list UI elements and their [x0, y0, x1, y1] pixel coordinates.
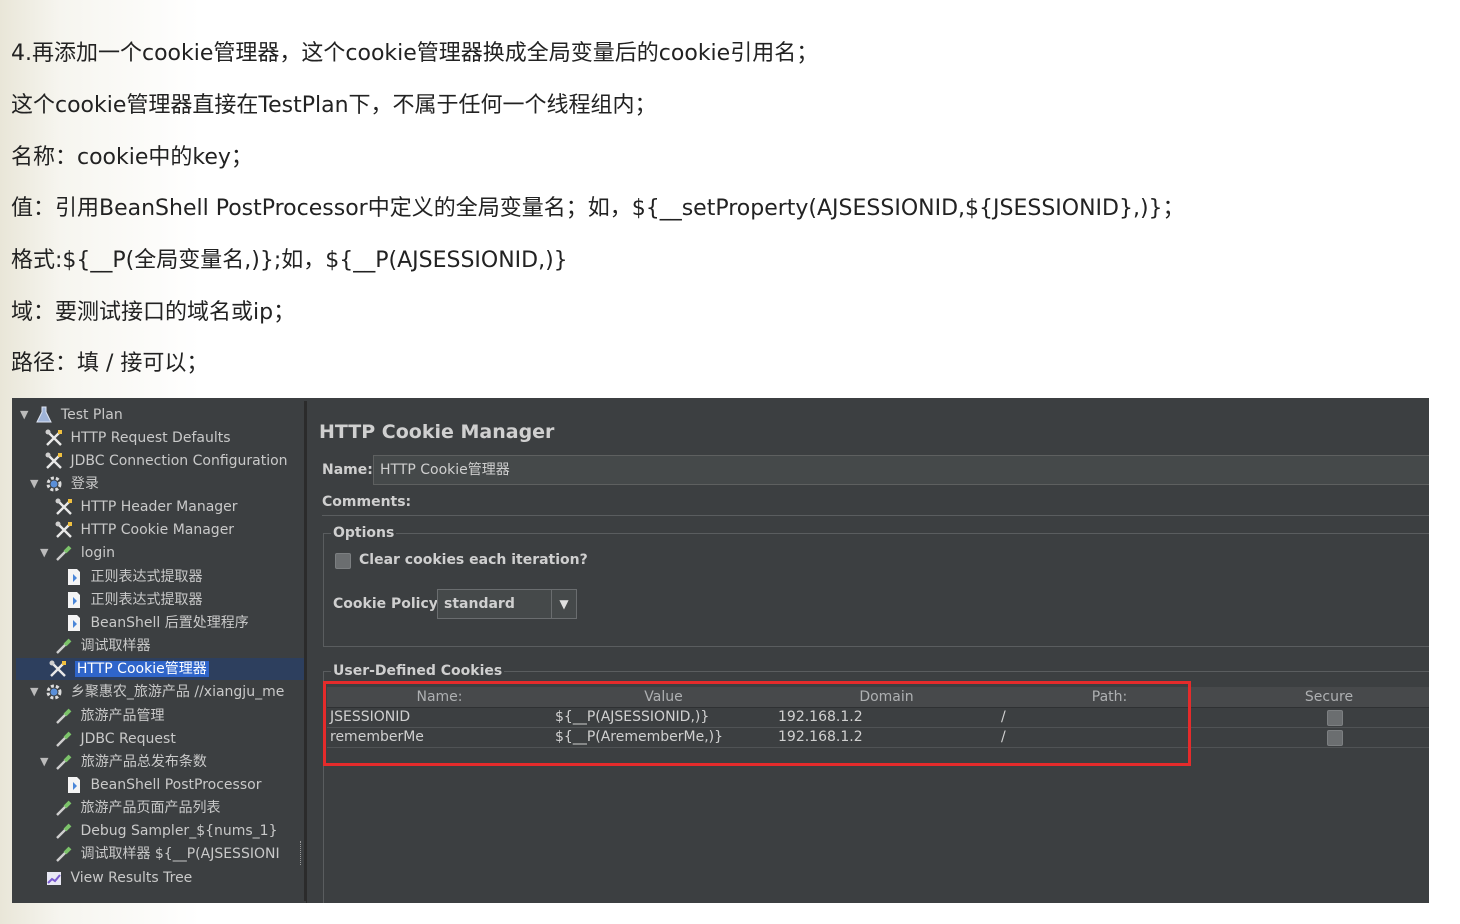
tree-node-http-request-defaults[interactable]: HTTP Request Defaults: [44, 427, 231, 449]
tree-node-debug-sampler-ajsessionid[interactable]: 调试取样器 ${__P(AJSESSIONI: [54, 843, 280, 865]
gear-icon: [46, 476, 62, 492]
tree-node-label: 旅游产品页面产品列表: [80, 800, 221, 816]
doc-line-2: 这个cookie管理器直接在TestPlan下，不属于任何一个线程组内；: [11, 93, 657, 118]
pipette-icon: [56, 800, 72, 816]
expand-arrow-icon[interactable]: ▼: [40, 542, 50, 564]
tree-node-label: View Results Tree: [70, 870, 193, 886]
tree-node-beanshell-postprocessor[interactable]: BeanShell PostProcessor: [64, 774, 261, 796]
tree-node-jdbc-request[interactable]: JDBC Request: [54, 728, 176, 750]
wrench-icon: [45, 429, 62, 446]
doc-line-1: 4.再添加一个cookie管理器，这个cookie管理器换成全局变量后的cook…: [11, 41, 819, 66]
jmeter-window: ▼ Test Plan HTTP Request Defaults JDBC C…: [12, 398, 1429, 903]
cookies-title: User-Defined Cookies: [331, 663, 505, 679]
doc-line-5: 格式:${__P(全局变量名,)};如，${__P(AJSESSIONID,)}: [11, 248, 568, 273]
tree-node-label: Debug Sampler_${nums_1}: [80, 823, 278, 839]
options-title: Options: [331, 525, 397, 541]
secure-checkbox[interactable]: [1327, 730, 1343, 746]
secure-checkbox[interactable]: [1327, 710, 1343, 726]
tree-node-label: 正则表达式提取器: [90, 592, 203, 608]
comments-label: Comments:: [322, 494, 412, 510]
pipette-icon: [56, 846, 72, 862]
pipette-icon: [56, 708, 72, 724]
tree-node-label: 旅游产品管理: [80, 708, 165, 724]
expand-arrow-icon[interactable]: ▼: [30, 473, 40, 495]
divider: [322, 515, 1429, 516]
doc-line-6: 域：要测试接口的域名或ip；: [11, 300, 296, 325]
tree-node-travel-page-list[interactable]: 旅游产品页面产品列表: [54, 797, 220, 819]
tree-node-label: login: [80, 545, 116, 561]
tree-node-test-plan[interactable]: ▼ Test Plan: [20, 404, 123, 426]
cookie-policy-value: standard: [444, 596, 515, 612]
highlight-annotation: [323, 681, 1191, 766]
tree-node-jdbc-connection[interactable]: JDBC Connection Configuration: [44, 450, 288, 472]
tree-node-label: 登录: [70, 476, 99, 492]
tree-node-label: HTTP Cookie管理器: [74, 661, 209, 677]
document-icon: [68, 615, 80, 631]
panel-title: HTTP Cookie Manager: [319, 421, 555, 443]
column-header-secure[interactable]: Secure: [1221, 687, 1429, 708]
tree-node-label: HTTP Header Manager: [80, 499, 238, 515]
tree-node-label: HTTP Cookie Manager: [80, 522, 235, 538]
doc-line-7: 路径：填 / 接可以；: [11, 351, 209, 376]
clear-cookies-label: Clear cookies each iteration?: [359, 552, 588, 568]
tree-node-travel-product-mgmt[interactable]: 旅游产品管理: [54, 705, 164, 727]
wrench-icon: [45, 452, 62, 469]
tree-node-debug-sampler-nums[interactable]: Debug Sampler_${nums_1}: [54, 820, 278, 842]
name-input[interactable]: HTTP Cookie管理器: [373, 455, 1429, 485]
tree-node-label: BeanShell 后置处理程序: [90, 615, 249, 631]
test-plan-tree: ▼ Test Plan HTTP Request Defaults JDBC C…: [16, 401, 306, 901]
pipette-icon: [56, 731, 72, 747]
tree-node-label: 旅游产品总发布条数: [80, 754, 207, 770]
pipette-icon: [56, 545, 72, 561]
tree-node-regex-extractor-1[interactable]: 正则表达式提取器: [64, 566, 202, 588]
expand-arrow-icon[interactable]: ▼: [30, 681, 40, 703]
document-icon: [68, 592, 80, 608]
tree-node-xiangju-group[interactable]: ▼ 乡聚惠农_旅游产品 //xiangju_me: [30, 681, 284, 703]
document-icon: [68, 777, 80, 793]
tree-node-beanshell-postprocessor-cn[interactable]: BeanShell 后置处理程序: [64, 612, 249, 634]
tree-node-login-group[interactable]: ▼ 登录: [30, 473, 99, 495]
clear-cookies-checkbox[interactable]: [335, 553, 351, 569]
tree-node-label: JDBC Connection Configuration: [70, 453, 288, 469]
pipette-icon: [56, 754, 72, 770]
tree-node-view-results-tree[interactable]: View Results Tree: [44, 867, 192, 889]
flask-icon: [36, 406, 53, 423]
wrench-icon: [49, 660, 67, 677]
gear-icon: [46, 684, 62, 700]
cookie-policy-select[interactable]: standard ▼: [437, 589, 577, 619]
document-icon: [68, 569, 80, 585]
tree-node-label: HTTP Request Defaults: [70, 430, 231, 446]
tree-node-label: Test Plan: [60, 407, 123, 423]
cookie-manager-panel: HTTP Cookie Manager Name: HTTP Cookie管理器…: [306, 401, 1429, 903]
tree-node-login-sampler[interactable]: ▼ login: [40, 542, 115, 564]
expand-arrow-icon[interactable]: ▼: [20, 404, 30, 426]
doc-line-3: 名称：cookie中的key；: [11, 145, 253, 170]
dropdown-arrow-icon[interactable]: ▼: [551, 590, 576, 618]
name-label: Name:: [322, 462, 373, 478]
tree-node-http-cookie-manager[interactable]: HTTP Cookie Manager: [54, 519, 234, 541]
tree-node-http-header-manager[interactable]: HTTP Header Manager: [54, 496, 238, 518]
pipette-icon: [56, 638, 72, 654]
tree-node-label: 调试取样器 ${__P(AJSESSIONI: [80, 846, 280, 862]
tree-node-label: 乡聚惠农_旅游产品 //xiangju_me: [70, 684, 285, 700]
tree-node-label: JDBC Request: [80, 731, 176, 747]
doc-line-4: 值：引用BeanShell PostProcessor中定义的全局变量名；如，$…: [11, 196, 1185, 221]
tree-node-travel-total-count[interactable]: ▼ 旅游产品总发布条数: [40, 751, 207, 773]
tree-node-label: 正则表达式提取器: [90, 569, 203, 585]
tree-node-regex-extractor-2[interactable]: 正则表达式提取器: [64, 589, 202, 611]
wrench-icon: [55, 521, 72, 538]
chart-icon: [47, 872, 61, 885]
wrench-icon: [55, 498, 72, 515]
cookie-policy-label: Cookie Policy:: [333, 596, 444, 612]
tree-node-http-cookie-manager-selected[interactable]: HTTP Cookie管理器: [16, 658, 304, 680]
expand-arrow-icon[interactable]: ▼: [40, 751, 50, 773]
pipette-icon: [56, 823, 72, 839]
tree-node-label: 调试取样器: [80, 638, 151, 654]
tree-node-label: BeanShell PostProcessor: [90, 777, 262, 793]
tree-node-debug-sampler-cn[interactable]: 调试取样器: [54, 635, 150, 657]
